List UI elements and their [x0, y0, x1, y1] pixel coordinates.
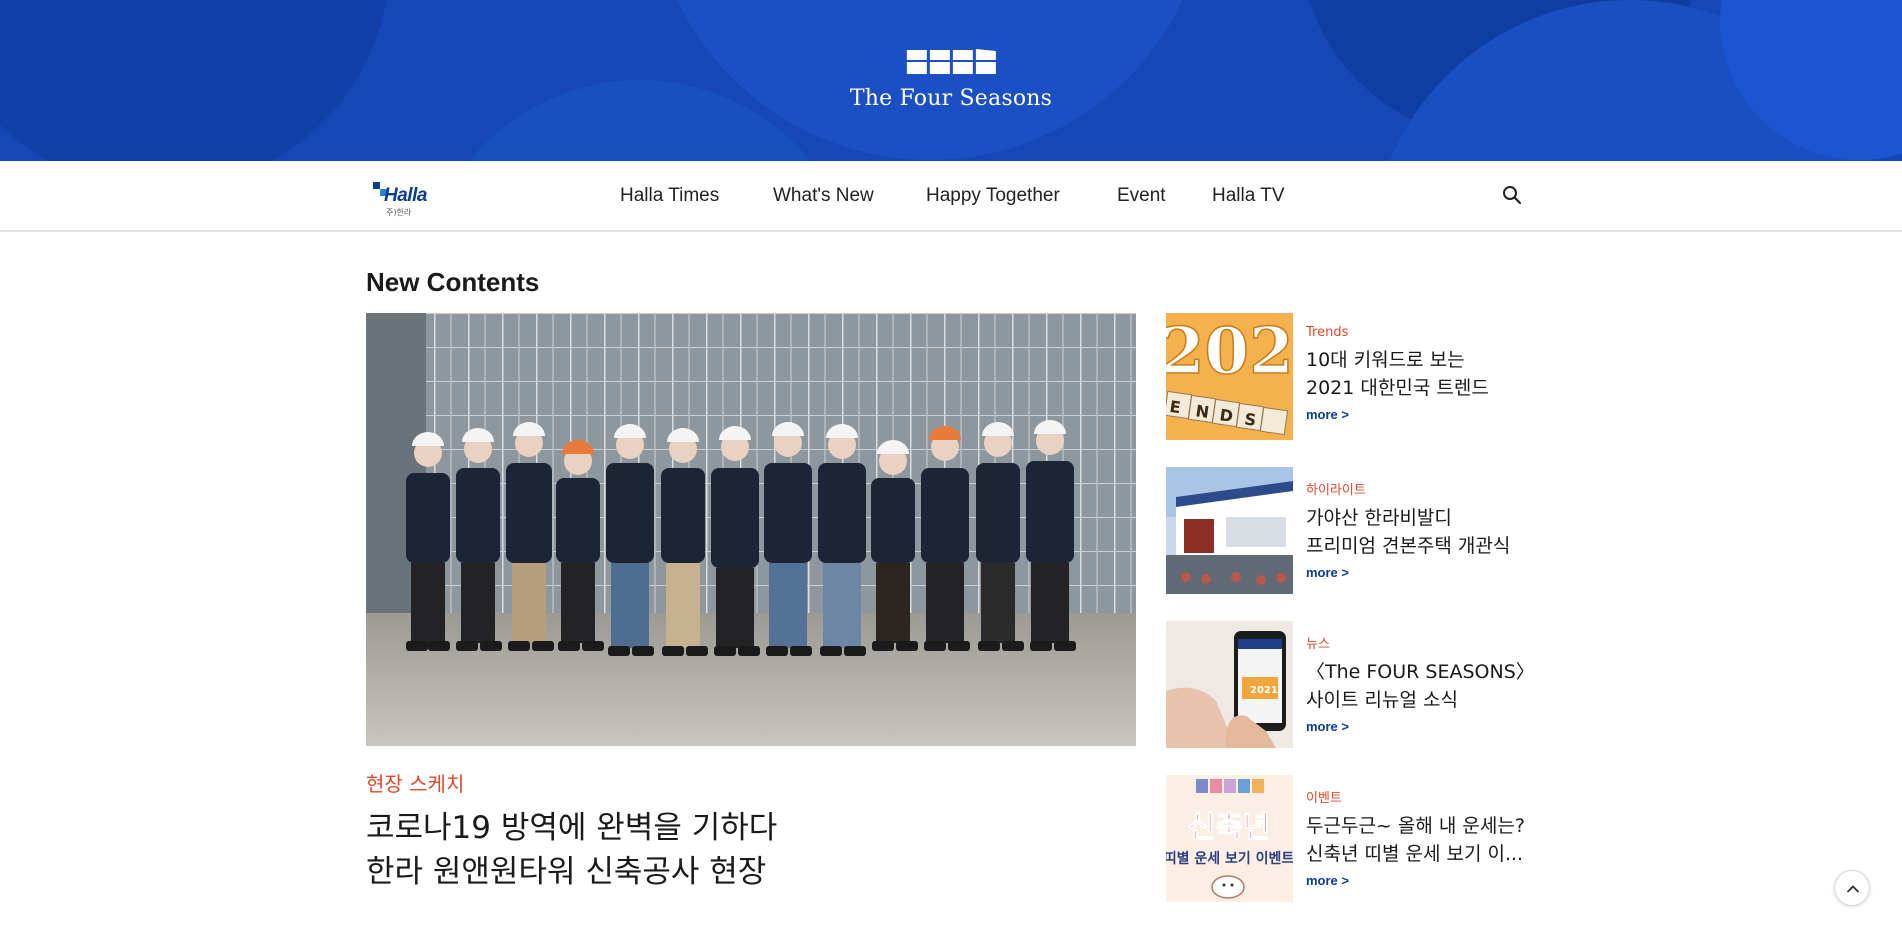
- nav-item-halla-times[interactable]: Halla Times: [620, 185, 719, 207]
- more-link[interactable]: more >: [1306, 565, 1349, 580]
- side-article-title-line-2: 사이트 리뉴얼 소식: [1306, 689, 1458, 711]
- nav-item-halla-tv[interactable]: Halla TV: [1212, 185, 1285, 207]
- side-article-title-line-2: 2021 대한민국 트렌드: [1306, 377, 1489, 399]
- nav-item-happy-together[interactable]: Happy Together: [926, 185, 1060, 207]
- search-button[interactable]: [1502, 185, 1526, 209]
- scroll-to-top-button[interactable]: [1834, 870, 1870, 906]
- new-year-event-thumbnail: 신축년 띠별 운세 보기 이벤트: [1166, 775, 1293, 902]
- svg-text:N: N: [1194, 401, 1210, 422]
- side-article-title[interactable]: 두근두근~ 올해 내 운세는? 신축년 띠별 운세 보기 이...: [1306, 812, 1546, 868]
- side-article-title-line-2: 프리미엄 견본주택 개관식: [1306, 535, 1511, 557]
- construction-workers-photo: [366, 313, 1136, 746]
- smartphone-thumbnail: 2021: [1166, 621, 1293, 748]
- main-navigation: Halla 주)한라 Halla Times What's New Happy …: [0, 161, 1902, 232]
- side-article-event: 신축년 띠별 운세 보기 이벤트 이벤트 두근두근~ 올해 내 운세는? 신축년…: [1166, 775, 1546, 902]
- side-article-title-line-1: 가야산 한라비발디: [1306, 507, 1452, 529]
- side-article-title[interactable]: 10대 키워드로 보는 2021 대한민국 트렌드: [1306, 346, 1546, 402]
- model-house-thumbnail: [1166, 467, 1293, 594]
- company-logo-text: Halla: [384, 185, 427, 206]
- side-article-category[interactable]: Trends: [1306, 325, 1546, 340]
- more-link[interactable]: more >: [1306, 407, 1349, 422]
- side-article-text: Trends 10대 키워드로 보는 2021 대한민국 트렌드 more >: [1306, 325, 1546, 424]
- side-article-thumbnail[interactable]: [1166, 467, 1293, 594]
- side-article-title[interactable]: 〈The FOUR SEASONS〉 사이트 리뉴얼 소식: [1306, 658, 1546, 714]
- svg-text:D: D: [1218, 405, 1234, 426]
- section-title: New Contents: [366, 267, 540, 297]
- side-article-title-line-2: 신축년 띠별 운세 보기 이...: [1306, 843, 1524, 865]
- side-article-news: 2021 뉴스 〈The FOUR SEASONS〉 사이트 리뉴얼 소식 mo…: [1166, 621, 1546, 748]
- featured-article-image[interactable]: [366, 313, 1136, 746]
- smartphone-thumbnail-text: 2021: [1250, 685, 1278, 696]
- featured-article-title-line-2: 한라 원앤원타워 신축공사 현장: [366, 854, 767, 890]
- more-link[interactable]: more >: [1306, 873, 1349, 888]
- nav-item-event[interactable]: Event: [1117, 185, 1166, 207]
- company-logo-subtext: 주)한라: [386, 208, 412, 217]
- side-article-thumbnail[interactable]: 202 E N D S: [1166, 313, 1293, 440]
- side-article-title-line-1: 10대 키워드로 보는: [1306, 349, 1465, 371]
- svg-text:신축년: 신축년: [1188, 810, 1271, 845]
- top-banner: The Four Seasons: [0, 0, 1902, 161]
- four-seasons-blocks-icon: [907, 49, 996, 74]
- side-article-text: 뉴스 〈The FOUR SEASONS〉 사이트 리뉴얼 소식 more >: [1306, 633, 1546, 736]
- side-article-category[interactable]: 이벤트: [1306, 787, 1546, 806]
- company-logo[interactable]: Halla 주)한라: [372, 178, 440, 218]
- side-article-title-line-1: 〈The FOUR SEASONS〉: [1306, 661, 1535, 683]
- side-article-trends: 202 E N D S Trends 10대 키워드로 보는 2021 대한민국…: [1166, 313, 1546, 440]
- trends-2021-thumbnail: 202 E N D S: [1166, 313, 1293, 440]
- svg-text:202: 202: [1166, 314, 1293, 389]
- chevron-up-icon: [1847, 885, 1859, 893]
- side-article-category[interactable]: 뉴스: [1306, 633, 1546, 652]
- svg-text:띠별 운세 보기 이벤트: 띠별 운세 보기 이벤트: [1166, 850, 1293, 867]
- side-article-text: 이벤트 두근두근~ 올해 내 운세는? 신축년 띠별 운세 보기 이... mo…: [1306, 787, 1546, 890]
- more-link[interactable]: more >: [1306, 719, 1349, 734]
- nav-item-whats-new[interactable]: What's New: [773, 185, 874, 207]
- side-article-category[interactable]: 하이라이트: [1306, 479, 1546, 498]
- side-article-highlight: 하이라이트 가야산 한라비발디 프리미엄 견본주택 개관식 more >: [1166, 467, 1546, 594]
- side-article-thumbnail[interactable]: 신축년 띠별 운세 보기 이벤트: [1166, 775, 1293, 902]
- featured-article-title[interactable]: 코로나19 방역에 완벽을 기하다 한라 원앤원타워 신축공사 현장: [366, 806, 1136, 894]
- side-article-title-line-1: 두근두근~ 올해 내 운세는?: [1306, 815, 1525, 837]
- side-article-thumbnail[interactable]: 2021: [1166, 621, 1293, 748]
- side-article-text: 하이라이트 가야산 한라비발디 프리미엄 견본주택 개관식 more >: [1306, 479, 1546, 582]
- brand-logo[interactable]: The Four Seasons: [850, 48, 1052, 111]
- search-icon: [1503, 186, 1522, 205]
- featured-article-category[interactable]: 현장 스케치: [366, 768, 464, 797]
- side-article-title[interactable]: 가야산 한라비발디 프리미엄 견본주택 개관식: [1306, 504, 1546, 560]
- featured-article-title-line-1: 코로나19 방역에 완벽을 기하다: [366, 810, 778, 846]
- brand-name: The Four Seasons: [849, 86, 1053, 111]
